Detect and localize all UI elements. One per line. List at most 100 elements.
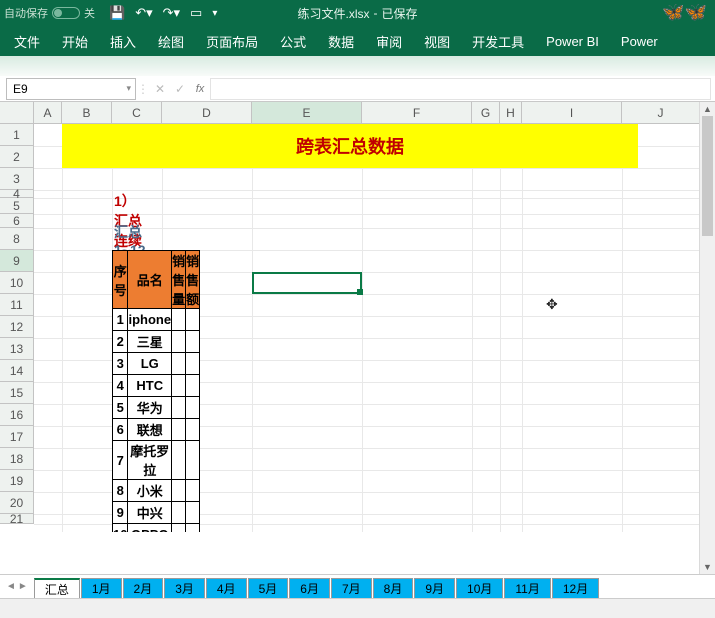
- column-header[interactable]: J: [622, 102, 700, 124]
- touch-mode-icon[interactable]: ▭: [190, 5, 202, 21]
- scroll-down-arrow-icon[interactable]: ▼: [700, 560, 715, 574]
- sheet-tab[interactable]: 5月: [248, 578, 289, 598]
- table-cell[interactable]: [172, 524, 186, 533]
- ribbon-tab[interactable]: 页面布局: [206, 32, 258, 51]
- table-row[interactable]: 6联想: [113, 419, 200, 441]
- table-cell[interactable]: [172, 480, 186, 502]
- column-header[interactable]: A: [34, 102, 62, 124]
- row-header[interactable]: 16: [0, 404, 34, 426]
- column-header[interactable]: I: [522, 102, 622, 124]
- table-cell[interactable]: [186, 309, 200, 331]
- column-header[interactable]: F: [362, 102, 472, 124]
- table-cell[interactable]: [172, 502, 186, 524]
- table-cell[interactable]: [186, 397, 200, 419]
- column-header[interactable]: E: [252, 102, 362, 124]
- row-header[interactable]: 1: [0, 124, 34, 146]
- autosave-toggle[interactable]: 自动保存 关: [4, 5, 95, 21]
- ribbon-tab[interactable]: 审阅: [376, 32, 402, 51]
- table-cell[interactable]: 华为: [128, 397, 172, 419]
- table-cell[interactable]: 联想: [128, 419, 172, 441]
- sheet-tab[interactable]: 8月: [373, 578, 414, 598]
- row-header[interactable]: 13: [0, 338, 34, 360]
- table-cell[interactable]: [172, 397, 186, 419]
- table-row[interactable]: 8小米: [113, 480, 200, 502]
- row-header[interactable]: 18: [0, 448, 34, 470]
- row-header[interactable]: 10: [0, 272, 34, 294]
- sheet-tab[interactable]: 1月: [81, 578, 122, 598]
- table-row[interactable]: 4HTC: [113, 375, 200, 397]
- row-header[interactable]: 5: [0, 198, 34, 214]
- table-row[interactable]: 7摩托罗拉: [113, 441, 200, 480]
- row-header[interactable]: 4: [0, 190, 34, 198]
- row-header[interactable]: 6: [0, 214, 34, 228]
- formula-bar[interactable]: [210, 78, 711, 100]
- sheet-tab[interactable]: 9月: [414, 578, 455, 598]
- table-row[interactable]: 5华为: [113, 397, 200, 419]
- table-cell[interactable]: 4: [113, 375, 128, 397]
- row-header[interactable]: 15: [0, 382, 34, 404]
- spreadsheet-grid[interactable]: ABCDEFGHIJ 12345689101112131415161718192…: [0, 102, 715, 532]
- sheet-tab[interactable]: 12月: [552, 578, 599, 598]
- table-cell[interactable]: [172, 441, 186, 480]
- column-header[interactable]: D: [162, 102, 252, 124]
- table-row[interactable]: 9中兴: [113, 502, 200, 524]
- table-cell[interactable]: [172, 419, 186, 441]
- table-cell[interactable]: [186, 441, 200, 480]
- table-cell[interactable]: [172, 331, 186, 353]
- column-header[interactable]: B: [62, 102, 112, 124]
- table-cell[interactable]: [186, 331, 200, 353]
- ribbon-tab[interactable]: 公式: [280, 32, 306, 51]
- vertical-scrollbar[interactable]: ▲ ▼: [699, 102, 715, 574]
- ribbon-tab[interactable]: 视图: [424, 32, 450, 51]
- ribbon-tab[interactable]: 插入: [110, 32, 136, 51]
- ribbon-tab[interactable]: Power: [621, 34, 658, 49]
- table-cell[interactable]: LG: [128, 353, 172, 375]
- table-cell[interactable]: 摩托罗拉: [128, 441, 172, 480]
- row-header[interactable]: 12: [0, 316, 34, 338]
- table-cell[interactable]: 5: [113, 397, 128, 419]
- ribbon-tab[interactable]: 文件: [14, 32, 40, 51]
- sheet-tab[interactable]: 4月: [206, 578, 247, 598]
- fx-icon[interactable]: fx: [190, 83, 210, 95]
- ribbon-tab[interactable]: 开发工具: [472, 32, 524, 51]
- table-cell[interactable]: [186, 480, 200, 502]
- sheet-nav-prev-icon[interactable]: ◄: [6, 581, 16, 592]
- table-cell[interactable]: 7: [113, 441, 128, 480]
- redo-icon[interactable]: ↷▾: [163, 5, 180, 21]
- row-header[interactable]: 21: [0, 514, 34, 524]
- select-all-corner[interactable]: [0, 102, 34, 124]
- column-header[interactable]: G: [472, 102, 500, 124]
- undo-icon[interactable]: ↶▾: [135, 5, 152, 21]
- row-header[interactable]: 2: [0, 146, 34, 168]
- scroll-thumb[interactable]: [702, 116, 713, 236]
- cancel-formula-icon[interactable]: ✕: [150, 82, 170, 96]
- row-header[interactable]: 14: [0, 360, 34, 382]
- row-header[interactable]: 11: [0, 294, 34, 316]
- table-row[interactable]: 10OPPO: [113, 524, 200, 533]
- table-cell[interactable]: 8: [113, 480, 128, 502]
- qat-more-icon[interactable]: ▾: [212, 8, 217, 19]
- row-header[interactable]: 17: [0, 426, 34, 448]
- ribbon-tab[interactable]: 开始: [62, 32, 88, 51]
- table-cell[interactable]: [186, 419, 200, 441]
- ribbon-tab[interactable]: 数据: [328, 32, 354, 51]
- table-cell[interactable]: 6: [113, 419, 128, 441]
- save-icon[interactable]: 💾: [109, 5, 125, 21]
- table-cell[interactable]: 小米: [128, 480, 172, 502]
- column-header[interactable]: H: [500, 102, 522, 124]
- table-cell[interactable]: 2: [113, 331, 128, 353]
- table-cell[interactable]: 中兴: [128, 502, 172, 524]
- table-row[interactable]: 2三星: [113, 331, 200, 353]
- toggle-pill[interactable]: [52, 7, 80, 19]
- ribbon-tab[interactable]: Power BI: [546, 34, 599, 49]
- table-cell[interactable]: iphone: [128, 309, 172, 331]
- sheet-tab[interactable]: 3月: [164, 578, 205, 598]
- sheet-tab[interactable]: 6月: [289, 578, 330, 598]
- table-cell[interactable]: 9: [113, 502, 128, 524]
- sheet-tab[interactable]: 11月: [504, 578, 550, 598]
- row-header[interactable]: 9: [0, 250, 34, 272]
- table-cell[interactable]: [172, 309, 186, 331]
- table-row[interactable]: 3LG: [113, 353, 200, 375]
- table-cell[interactable]: [172, 375, 186, 397]
- table-cell[interactable]: 三星: [128, 331, 172, 353]
